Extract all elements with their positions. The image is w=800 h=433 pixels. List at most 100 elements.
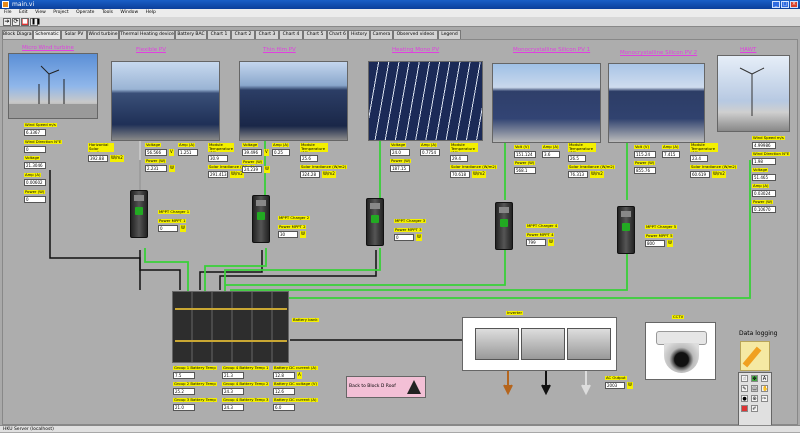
tab-battery-bac[interactable]: Battery BAC: [175, 30, 207, 39]
menu-operate[interactable]: Operate: [76, 10, 94, 15]
batt-g2-value: 25.2: [173, 388, 195, 395]
status-text: HKU Server (localhost): [3, 427, 54, 432]
run-arrow-icon[interactable]: ➔: [3, 18, 11, 26]
maximize-button[interactable]: □: [781, 1, 789, 8]
tools-palette: ☝ ✥ A ✎ ▤ ✋ ● ⊕ ✑ ✐: [738, 372, 772, 428]
probe-tool-icon[interactable]: ⊕: [751, 395, 758, 402]
scroll-tool-icon[interactable]: ✋: [761, 385, 768, 392]
color-copy-tool-icon[interactable]: ✑: [761, 395, 768, 402]
mppt2-power-unit: W: [300, 231, 306, 238]
data-logging-icon[interactable]: [740, 341, 770, 371]
m1-irradiance-value: 76.313: [568, 171, 588, 178]
color-tool-icon[interactable]: [741, 405, 748, 412]
tab-thermal-heating[interactable]: Thermal Heating device: [119, 30, 175, 39]
m1-module-temp-value: 26.5: [568, 155, 586, 162]
title-thin-film: Thin film PV: [263, 47, 296, 53]
brush-tool-icon[interactable]: ✐: [751, 405, 758, 412]
minimize-button[interactable]: _: [772, 1, 780, 8]
title-mono2: Monocrystalline Silicon PV 2: [620, 50, 698, 56]
menu-file[interactable]: File: [4, 10, 12, 15]
mppt4-power-value: 799: [526, 239, 546, 246]
menu-project[interactable]: Project: [53, 10, 68, 15]
tf-amp-value: 0.25: [272, 149, 290, 156]
batt-h3-label: Group 4 Battery Temp 3: [222, 398, 270, 403]
batt-b2-value: 12.6: [273, 388, 295, 395]
main-window: main.vi _ □ × File Edit View Project Ope…: [0, 0, 800, 432]
tab-chart-5[interactable]: Chart 5: [303, 30, 327, 39]
m1-irradiance-label: Solar Irradiance (W/m2): [568, 165, 616, 170]
m2-irradiance-value: 60.619: [690, 171, 710, 178]
text-tool-icon[interactable]: A: [761, 375, 768, 382]
abort-icon[interactable]: ■: [21, 18, 29, 26]
tf2-module-temp-label: Module Temperature (°C): [300, 143, 328, 152]
tab-solar-pv[interactable]: Solar PV: [61, 30, 87, 39]
mppt3-power-value: 0: [394, 234, 414, 241]
fpv-voltage-label: Voltage: [145, 143, 162, 148]
operate-tool-icon[interactable]: ☝: [741, 375, 748, 382]
roof-icon: [407, 380, 421, 394]
tab-block-diagram[interactable]: Block Diagram: [2, 30, 33, 39]
m2-amp-value: 7.415: [662, 151, 680, 158]
hm-power-label: Power (W): [390, 159, 412, 164]
mppt4-name: MPPT Charger 4: [526, 224, 559, 229]
wire-tool-icon[interactable]: ✎: [741, 385, 748, 392]
close-button[interactable]: ×: [790, 1, 798, 8]
tab-chart-1[interactable]: Chart 1: [207, 30, 231, 39]
mppt1-power-label: Power MPPT 1: [158, 219, 187, 224]
object-shortcut-icon[interactable]: ▤: [751, 385, 758, 392]
hawt-wind-dir-value: 1.98: [752, 158, 776, 165]
data-logging-label: Data logging: [739, 330, 778, 337]
tab-observed-videos[interactable]: Observed videos: [393, 30, 438, 39]
tab-wind-turbine[interactable]: Wind turbine: [87, 30, 119, 39]
batt-b3-label: Battery DC current (A): [273, 398, 318, 403]
labview-app-icon: [2, 1, 9, 8]
menu-window[interactable]: Window: [120, 10, 138, 15]
hawt-wind-dir-label: Wind Direction N°E: [752, 152, 791, 157]
mw-wind-speed-value: 6.3367: [24, 129, 46, 136]
hawt-power-value: 0.10670: [752, 206, 776, 213]
batt-g3-label: Group 3 Battery Temp: [173, 398, 217, 403]
tab-chart-6[interactable]: Chart 6: [327, 30, 348, 39]
tab-camera[interactable]: Camera: [370, 30, 393, 39]
tab-chart-3[interactable]: Chart 3: [255, 30, 279, 39]
tf-power-value: 24.239: [242, 166, 262, 173]
mppt-charger-4-device: [495, 202, 513, 250]
hm-amp-value: 0.7754: [420, 149, 440, 156]
title-heating-mono: Heating Mono PV: [392, 47, 440, 53]
menu-view[interactable]: View: [35, 10, 46, 15]
tab-chart-2[interactable]: Chart 2: [231, 30, 255, 39]
m1-irradiance-unit: W/m2: [590, 171, 604, 178]
hawt-power-label: Power (W): [752, 200, 774, 205]
batt-b3-value: 6.0: [273, 404, 295, 411]
batt-g2-label: Group 2 Battery Temp: [173, 382, 217, 387]
m1-volt-value: 151.124: [514, 151, 536, 158]
tab-legend[interactable]: Legend: [438, 30, 461, 39]
fpv-amp-label: Amp (A): [178, 143, 196, 148]
menu-help[interactable]: Help: [146, 10, 156, 15]
cctv-camera-icon[interactable]: [645, 322, 716, 380]
position-tool-icon[interactable]: ✥: [751, 375, 758, 382]
tab-chart-4[interactable]: Chart 4: [279, 30, 303, 39]
title-flexible-pv: Flexible PV: [136, 47, 166, 53]
batt-h2-label: Group 4 Battery Temp 2: [222, 382, 270, 387]
fpv-voltage-value: 56.566: [145, 149, 167, 156]
mppt2-power-label: Power MPPT 2: [278, 225, 307, 230]
menu-edit[interactable]: Edit: [19, 10, 28, 15]
mppt-charger-2-device: [252, 195, 270, 243]
run-continuous-icon[interactable]: ⟳: [12, 18, 20, 26]
back-to-roof-button[interactable]: Back to Block D Roof: [346, 376, 426, 398]
menu-tools[interactable]: Tools: [102, 10, 113, 15]
batt-h1-value: 21.3: [222, 372, 244, 379]
breakpoint-tool-icon[interactable]: ●: [741, 395, 748, 402]
m2-volt-value: 115.24: [634, 151, 656, 158]
hm-voltage-value: 24.0: [390, 149, 410, 156]
pause-icon[interactable]: ❚❚: [30, 18, 41, 26]
batt-b1-value: 12.8: [273, 372, 295, 379]
m1-amp-label: Amp (A): [542, 145, 560, 150]
mppt1-name: MPPT Charger 1: [158, 210, 191, 215]
batt-h1-label: Group 4 Battery Temp 1: [222, 366, 270, 371]
tab-history[interactable]: History: [348, 30, 370, 39]
inverter-panel: [462, 317, 617, 371]
hm-irradiance-label: Solar Irradiance (W/m2): [450, 165, 498, 170]
batt-g3-value: 21.0: [173, 404, 195, 411]
